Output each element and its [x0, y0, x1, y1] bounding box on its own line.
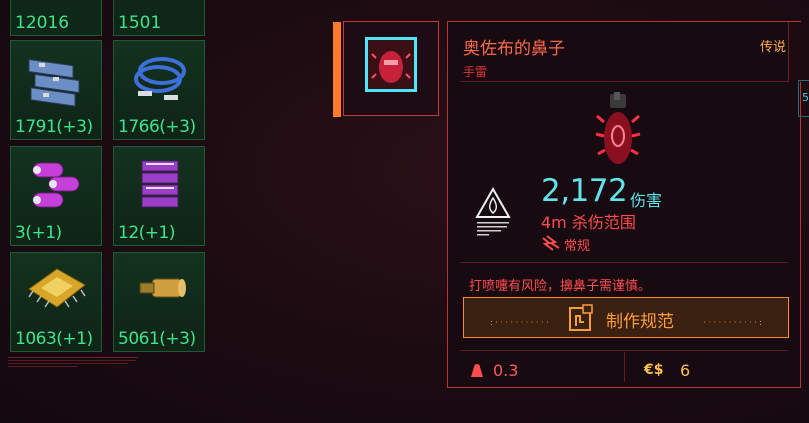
stats-divider	[460, 262, 788, 263]
brass-part-icon	[139, 278, 186, 298]
header-divider	[460, 81, 788, 82]
footer-divider	[460, 350, 788, 351]
damage-type: 常规	[564, 239, 591, 254]
inventory-cell-blue-cables[interactable]: 1766(+3)	[113, 40, 205, 140]
crafting-spec-label: 制作规范	[606, 312, 674, 332]
coil-pack-icon	[141, 160, 179, 208]
inventory-cell-gold-chip[interactable]: 1063(+1)	[10, 252, 102, 352]
dotted-line-left: : · · · · · · · · · · ·	[490, 318, 549, 327]
selected-item-slot[interactable]	[333, 21, 439, 117]
item-quantity: 1063(+1)	[15, 329, 93, 349]
grenade-thumbnail-icon	[371, 51, 411, 83]
inventory-cell-circuit-boards[interactable]: 1791(+3)	[10, 40, 102, 140]
crafting-spec-icon	[569, 304, 593, 331]
certified-flame-badge-icon	[475, 187, 511, 236]
inventory-cell-purple-capsules[interactable]: 3(+1)	[10, 146, 102, 246]
processor-chip-icon	[28, 268, 86, 308]
weight-icon	[471, 364, 483, 377]
side-tab-label: 5	[802, 91, 809, 104]
side-tab[interactable]: 5	[798, 80, 809, 117]
blast-radius: 4m 杀伤范围	[541, 213, 636, 232]
item-quantity: 12016	[15, 13, 70, 33]
item-quantity: 3(+1)	[15, 223, 62, 243]
cable-coil-icon	[134, 57, 186, 100]
item-type: 手雷	[463, 65, 488, 79]
grenade-icon	[595, 92, 641, 164]
inventory-cell-brass-part[interactable]: 5061(+3)	[113, 252, 205, 352]
item-name: 奥佐布的鼻子	[463, 39, 565, 59]
item-quantity: 12(+1)	[118, 223, 175, 243]
capsule-icon	[32, 162, 80, 208]
item-rarity: 传说	[759, 40, 786, 55]
tooltip-notch	[788, 22, 801, 82]
footer-separator	[624, 352, 625, 382]
physical-damage-icon	[542, 235, 560, 251]
circuit-board-icon	[28, 58, 80, 107]
currency-symbol: €$	[644, 362, 664, 378]
inventory-cell-top-1[interactable]: 12016	[10, 0, 102, 36]
inventory-cell-top-2[interactable]: 1501	[113, 0, 205, 36]
item-quantity: 1501	[118, 13, 162, 33]
item-tooltip: 奥佐布的鼻子 传说 手雷 2,172 伤害 4m 杀伤范围 常规 打喷嚏有风险，…	[447, 21, 801, 388]
crafting-spec-button[interactable]: : · · · · · · · · · · · · · · · · · · · …	[463, 297, 789, 338]
item-thumbnail-frame	[365, 37, 417, 92]
inventory-cell-purple-coils[interactable]: 12(+1)	[113, 146, 205, 246]
item-quantity: 1791(+3)	[15, 117, 93, 137]
selection-indicator	[333, 22, 341, 117]
flavor-text: 打喷嚏有风险，擤鼻子需谨慎。	[469, 279, 652, 294]
dotted-line-right: · · · · · · · · · · · :	[703, 318, 762, 327]
damage-value: 2,172	[541, 173, 628, 209]
damage-label: 伤害	[630, 191, 663, 210]
item-price: 6	[680, 361, 691, 380]
item-quantity: 5061(+3)	[118, 329, 196, 349]
decorative-footnote	[8, 357, 138, 367]
item-quantity: 1766(+3)	[118, 117, 196, 137]
item-weight: 0.3	[493, 361, 519, 380]
